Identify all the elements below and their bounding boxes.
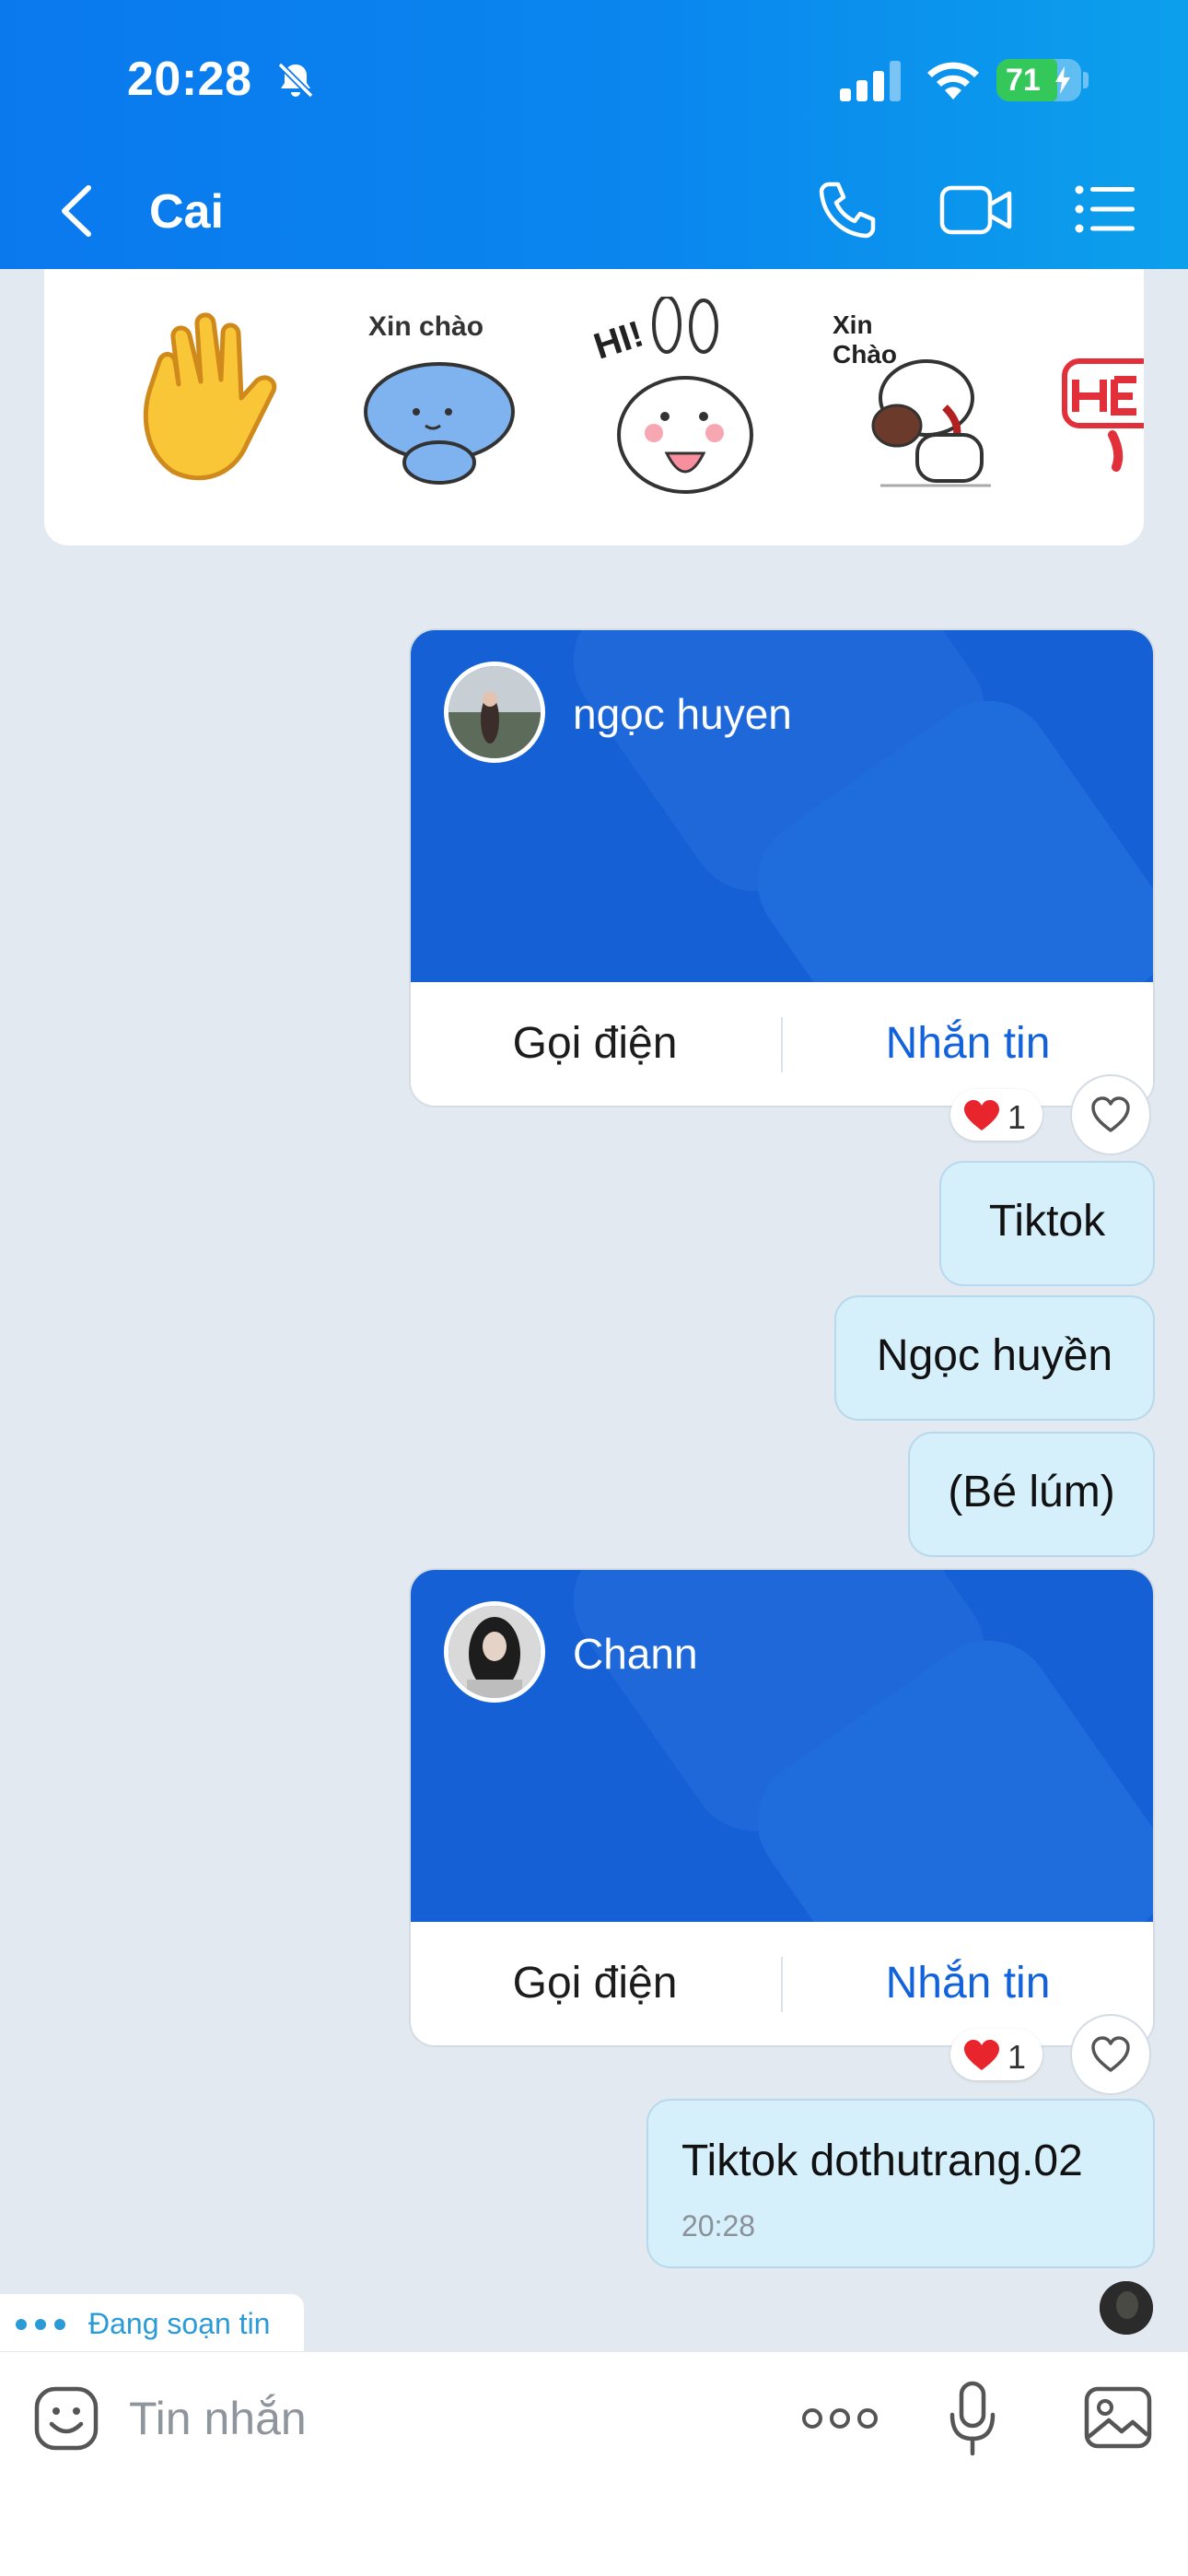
video-call-icon[interactable]	[939, 182, 1013, 238]
reaction-count: 1	[1007, 2038, 1027, 2076]
sticker-suggestions: Xin chào HI! Xin Chào	[44, 269, 1144, 545]
typing-dots-icon	[16, 2319, 65, 2330]
microphone-icon[interactable]	[947, 2380, 998, 2457]
sticker-emoji-icon[interactable]	[33, 2385, 99, 2452]
react-heart-button[interactable]	[1072, 2016, 1149, 2093]
call-button[interactable]: Gọi điện	[411, 1922, 779, 2045]
hello-sticker-partial[interactable]	[1057, 297, 1144, 499]
message-input[interactable]	[129, 2385, 645, 2452]
message-bubble[interactable]: (Bé lúm)	[910, 1434, 1153, 1555]
message-bubble[interactable]: Tiktok	[941, 1163, 1153, 1284]
reaction-count: 1	[1007, 1098, 1027, 1136]
red-heart-icon	[964, 1100, 999, 1130]
call-button[interactable]: Gọi điện	[411, 982, 779, 1106]
reaction-summary[interactable]: 1	[950, 1089, 1042, 1141]
battery-indicator: 71	[996, 59, 1081, 101]
contact-card-banner: ngọc huyen	[411, 630, 1153, 982]
message-bubble[interactable]: Tiktok dothutrang.02 20:28	[648, 2101, 1153, 2266]
more-options-icon[interactable]	[801, 2400, 879, 2437]
message-text: Tiktok dothutrang.02	[681, 2137, 1083, 2185]
contact-card[interactable]: Chann Gọi điện Nhắn tin	[411, 1570, 1153, 2045]
reaction-summary[interactable]: 1	[950, 2029, 1042, 2080]
heart-outline-icon	[1091, 2036, 1130, 2072]
contact-name: ngọc huyen	[573, 690, 792, 738]
wifi-icon	[927, 62, 979, 100]
contact-card-banner: Chann	[411, 1570, 1153, 1922]
battery-level: 71	[1006, 63, 1041, 98]
chat-header: 20:28 71 Cai	[0, 0, 1188, 269]
contact-avatar	[444, 1601, 545, 1703]
chat-title[interactable]: Cai	[149, 184, 224, 240]
image-gallery-icon[interactable]	[1083, 2385, 1153, 2450]
cat-sticker-text: Xin chào	[368, 311, 483, 342]
heart-outline-icon	[1091, 1096, 1130, 1132]
phone-call-icon[interactable]	[816, 179, 879, 241]
contact-name: Chann	[573, 1630, 698, 1678]
chat-screen: 20:28 71 Cai Xin chào HI! Xin Chào ngọc …	[0, 0, 1188, 2576]
charging-bolt-icon	[1055, 66, 1070, 94]
bunny-sticker-text: HI!	[589, 313, 648, 367]
contact-card[interactable]: ngọc huyen Gọi điện Nhắn tin	[411, 630, 1153, 1106]
status-time: 20:28	[127, 53, 252, 106]
message-composer	[0, 2351, 1188, 2576]
contact-avatar	[444, 662, 545, 763]
message-bubble[interactable]: Ngọc huyền	[836, 1297, 1153, 1419]
typing-label: Đang soạn tin	[88, 2307, 271, 2340]
menu-list-icon[interactable]	[1074, 184, 1136, 234]
bell-off-icon	[277, 62, 314, 99]
react-heart-button[interactable]	[1072, 1076, 1149, 1153]
dog-sticker-text-1: Xin	[833, 310, 873, 339]
cellular-signal-icon	[840, 61, 901, 101]
card-actions: Gọi điện Nhắn tin	[411, 1922, 1153, 2045]
back-chevron-icon[interactable]	[53, 181, 99, 241]
seen-by-avatar	[1100, 2281, 1153, 2335]
red-heart-icon	[964, 2040, 999, 2070]
xin-chao-cat-sticker[interactable]: Xin chào	[352, 297, 536, 499]
message-timestamp: 20:28	[681, 2209, 756, 2242]
battery-tip	[1083, 72, 1089, 88]
card-actions: Gọi điện Nhắn tin	[411, 982, 1153, 1106]
hi-bunny-sticker[interactable]: HI!	[584, 297, 768, 499]
xin-chao-dog-sticker[interactable]: Xin Chào	[825, 297, 1009, 499]
dog-sticker-text-2: Chào	[833, 340, 897, 369]
typing-indicator: Đang soạn tin	[0, 2294, 304, 2351]
waving-hand-sticker[interactable]	[118, 297, 302, 499]
